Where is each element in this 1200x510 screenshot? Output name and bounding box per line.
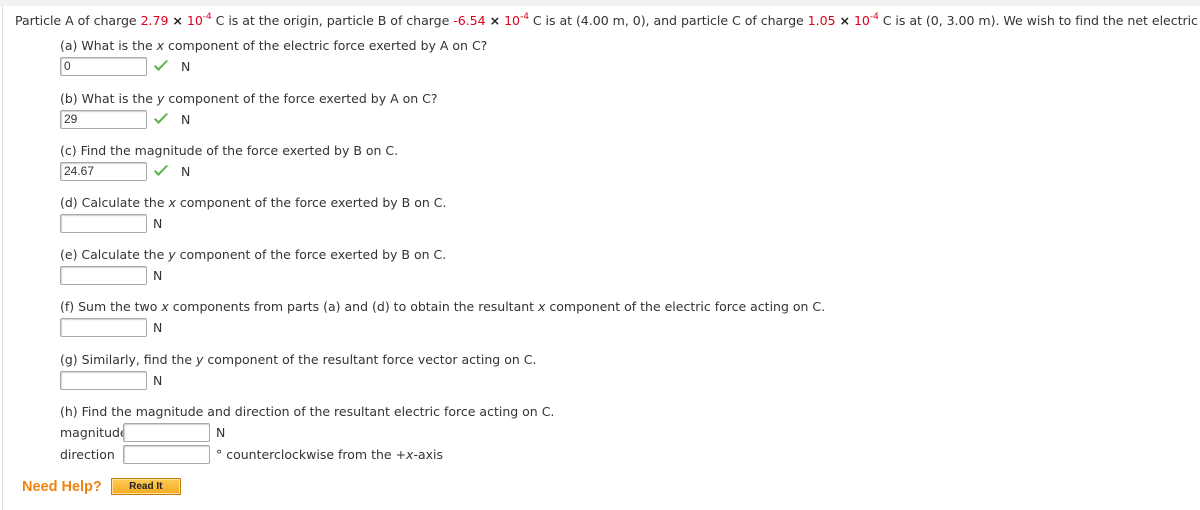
times-sign: × [839,13,850,29]
charge-a-value: 2.79 [140,13,169,29]
part-e-question: (e) Calculate the y component of the for… [60,247,447,262]
part-h: (h) Find the magnitude and direction of … [60,404,554,464]
intro-text: C is at (0, 3.00 m). We wish to find the… [882,13,1200,29]
part-f-unit: N [153,319,163,335]
top-band [0,0,1200,6]
part-a-answer-input[interactable] [60,56,147,76]
part-d-answer-input[interactable] [60,213,147,233]
times-sign: × [489,13,501,29]
times-sign: × [172,13,183,29]
part-a: (a) What is the x component of the elect… [60,38,487,76]
part-a-question: (a) What is the x component of the elect… [60,38,488,53]
part-f-answer-input[interactable] [60,317,147,337]
direction-input[interactable] [123,444,210,464]
part-f-question: (f) Sum the two x components from parts … [60,299,826,314]
part-h-question: (h) Find the magnitude and direction of … [60,404,555,419]
need-help-section: Need Help? Read It [22,478,181,495]
part-d-unit: N [153,215,163,231]
part-e-unit: N [153,267,163,283]
charge-b-value: -6.54 [453,13,486,29]
part-g-question: (g) Similarly, find the y component of t… [60,352,537,367]
part-b-unit: N [181,111,191,127]
part-c: (c) Find the magnitude of the force exer… [60,143,398,181]
charge-b-power: 10-4 [504,12,529,29]
read-it-button[interactable]: Read It [110,478,181,495]
part-e-answer-input[interactable] [60,265,147,285]
part-c-unit: N [181,163,191,179]
direction-unit: ° counterclockwise from the +x-axis [216,446,444,462]
part-c-question: (c) Find the magnitude of the force exer… [60,143,399,158]
part-b: (b) What is the y component of the force… [60,91,438,129]
charge-c-power: 10-4 [853,12,879,29]
part-f: (f) Sum the two x components from parts … [60,299,825,337]
intro-text: C is at the origin, particle B of charge [211,13,454,29]
part-b-question: (b) What is the y component of the force… [60,91,438,106]
magnitude-input[interactable] [123,422,210,442]
check-icon [154,165,168,176]
intro-text: C is at (4.00 m, 0), and particle C of c… [528,13,808,29]
charge-c-value: 1.05 [807,13,836,29]
left-border [2,6,3,510]
part-d: (d) Calculate the x component of the for… [60,195,446,233]
check-icon [154,113,168,124]
part-b-answer-input[interactable] [60,109,147,129]
magnitude-unit: N [216,424,226,440]
part-d-question: (d) Calculate the x component of the for… [60,195,447,210]
part-e: (e) Calculate the y component of the for… [60,247,446,285]
part-g-answer-input[interactable] [60,370,147,390]
check-icon [154,60,168,71]
charge-a-power: 10-4 [186,12,212,29]
direction-label: direction [60,446,115,462]
part-g: (g) Similarly, find the y component of t… [60,352,536,390]
intro-text: Particle A of charge [15,13,141,29]
part-g-unit: N [153,372,163,388]
need-help-label: Need Help? [22,478,102,495]
part-c-answer-input[interactable] [60,161,147,181]
problem-statement: Particle A of charge 2.79 × 10-4 C is at… [15,12,1200,29]
magnitude-label: magnitude [60,424,128,440]
part-a-unit: N [181,58,191,74]
